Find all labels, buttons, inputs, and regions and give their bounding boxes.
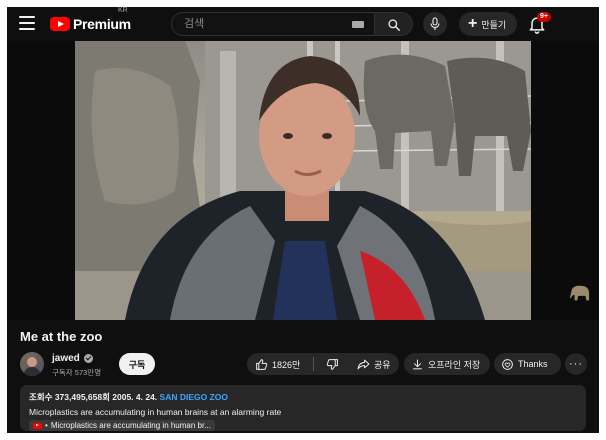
masthead: Premium KR + 만들기 9+ [7, 7, 599, 41]
youtube-logo-icon [50, 17, 70, 31]
channel-name-text: jawed [52, 353, 80, 364]
thanks-icon [502, 358, 513, 370]
chip-text: Microplastics are accumulating in human … [50, 421, 211, 430]
search-box [171, 12, 375, 36]
create-label: 만들기 [481, 19, 507, 30]
thanks-label: Thanks [518, 359, 548, 369]
video-frame[interactable] [75, 41, 531, 320]
dislike-icon [326, 358, 338, 370]
description-meta: 조회수 373,495,658회 2005. 4. 24. SAN DIEGO … [29, 391, 577, 403]
download-icon [413, 359, 422, 369]
thanks-button[interactable]: Thanks [494, 353, 561, 375]
verified-icon [83, 354, 93, 363]
more-icon: ··· [569, 358, 583, 370]
share-button[interactable]: 공유 [351, 353, 399, 375]
dislike-button[interactable] [314, 353, 354, 375]
menu-icon[interactable] [19, 16, 35, 30]
subscribe-button[interactable]: 구독 [119, 353, 155, 375]
subscriber-count: 구독자 573만명 [52, 368, 102, 377]
more-actions-button[interactable]: ··· [565, 353, 587, 375]
video-title: Me at the zoo [20, 329, 103, 344]
offline-label: 오프라인 저장 [428, 359, 481, 370]
share-label: 공유 [374, 359, 391, 370]
logo-region: KR [118, 7, 128, 14]
chip-bullet: • [45, 421, 48, 430]
offline-save-button[interactable]: 오프라인 저장 [404, 353, 490, 375]
mic-icon [430, 17, 440, 30]
description-line: Microplastics are accumulating in human … [29, 407, 282, 417]
channel-avatar[interactable] [20, 352, 44, 376]
like-count: 1826만 [272, 359, 301, 370]
search-input[interactable] [172, 13, 332, 35]
linked-video-chip[interactable]: • Microplastics are accumulating in huma… [29, 420, 215, 431]
channel-name[interactable]: jawed [52, 353, 93, 364]
views-and-date: 조회수 373,495,658회 2005. 4. 24. [29, 392, 158, 402]
like-button[interactable]: 1826만 [247, 353, 313, 375]
voice-search-button[interactable] [423, 12, 447, 36]
create-button[interactable]: + 만들기 [459, 12, 517, 36]
keyboard-icon[interactable] [352, 21, 364, 28]
plus-icon: + [468, 15, 478, 32]
youtube-premium-logo[interactable]: Premium [50, 15, 131, 33]
video-thumbnail-art [75, 41, 531, 320]
like-icon [256, 358, 268, 370]
notification-badge: 9+ [537, 12, 551, 22]
logo-text: Premium [73, 16, 131, 32]
share-icon [357, 359, 370, 369]
elephant-icon [570, 285, 590, 301]
youtube-play-icon [33, 422, 42, 429]
search-icon [388, 19, 400, 31]
youtube-watch-page: Premium KR + 만들기 9+ [7, 7, 599, 433]
avatar-image [23, 357, 41, 376]
search-button[interactable] [375, 12, 413, 36]
description-box[interactable]: 조회수 373,495,658회 2005. 4. 24. SAN DIEGO … [20, 385, 586, 431]
location-tag[interactable]: SAN DIEGO ZOO [160, 392, 228, 402]
video-player[interactable] [7, 41, 599, 320]
